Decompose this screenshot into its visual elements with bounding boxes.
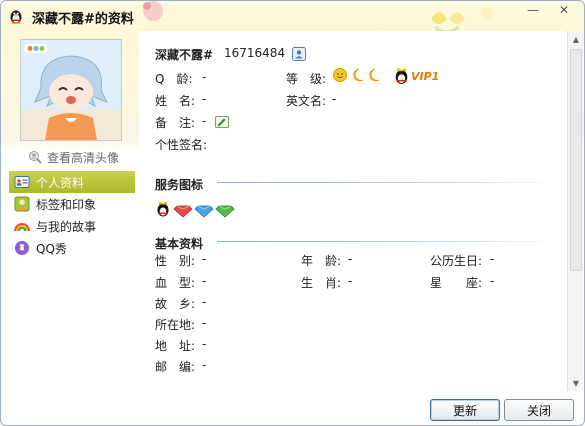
sidebar-item-label: 标签和印象 [36,197,97,212]
sidebar-item-label: QQ秀 [36,241,67,256]
hometown-label: 故 乡: [155,297,196,311]
tag-avatar-icon [14,196,30,212]
location-label: 所在地: [155,318,196,332]
sidebar-item-label: 个人资料 [36,175,85,190]
hometown-value: - [202,295,207,309]
close-button[interactable]: 关闭 [504,399,574,421]
address-label: 地 址: [155,339,196,353]
id-card-icon [14,176,30,188]
level-label: 等 级: [286,72,327,86]
service-icons-heading: 服务图标 [155,178,204,192]
section-divider [217,241,557,242]
qq-number: 16716484 [224,46,286,60]
birthday-value: - [490,252,495,266]
sidebar-item-tags-impressions[interactable]: 标签和印象 [9,193,135,215]
refresh-button[interactable]: 更新 [430,399,500,421]
green-diamond-icon [215,205,235,218]
scroll-down-arrow-icon[interactable]: ▼ [568,375,584,391]
name-label: 姓 名: [155,94,196,108]
edit-remark-icon[interactable] [215,116,229,128]
view-hd-avatar-label: 查看高清头像 [47,150,120,165]
left-panel: 查看高清头像 个人资料 标签和印象 与我的故事 QQ秀 [1,31,139,395]
zodiac-animal-label: 生 肖: [301,276,342,290]
title-bar[interactable]: 深藏不露#的资料 — ✕ [1,1,584,34]
contact-card-icon[interactable] [291,46,307,62]
sidebar-item-qq-show[interactable]: QQ秀 [9,237,135,259]
view-hd-avatar-link[interactable]: 查看高清头像 [28,148,119,166]
sidebar-item-personal-info[interactable]: 个人资料 [9,171,135,193]
english-name-label: 英文名: [286,94,327,108]
close-window-button[interactable]: ✕ [552,1,576,19]
sun-level-icon [333,68,347,82]
constellation-value: - [490,274,495,288]
vip-level-badge: VIP1 [411,70,440,83]
basic-info-heading: 基本资料 [155,237,204,251]
avatar-anime-character-image [21,40,121,140]
scroll-up-arrow-icon[interactable]: ▲ [568,31,584,47]
magnifier-person-icon [29,151,42,164]
signature-label: 个性签名: [155,138,208,152]
vertical-scrollbar[interactable]: ▲ ▼ [567,31,583,391]
zodiac-animal-value: - [348,274,353,288]
avatar[interactable] [20,39,122,141]
moon-level-icon [369,68,380,82]
name-value: - [202,92,207,106]
qq-penguin-icon [10,10,22,24]
window-title: 深藏不露#的资料 [32,12,134,27]
age-label: 年 龄: [301,254,342,268]
blue-diamond-icon [194,205,214,218]
section-divider [217,182,557,183]
gender-value: - [202,252,207,266]
birthday-label: 公历生日: [430,254,483,268]
profile-detail-panel: 深藏不露# 16716484 Q 龄: - 等 级: VIP1 姓 名: - 英… [139,31,567,391]
postcode-label: 邮 编: [155,360,196,374]
moon-level-icon [353,68,364,82]
red-diamond-icon [173,205,193,218]
remark-label: 备 注: [155,116,196,130]
rainbow-icon [14,223,30,232]
level-icons[interactable] [332,67,388,83]
service-icons-row [157,201,235,218]
minimize-button[interactable]: — [521,1,545,19]
qq-age-label: Q 龄: [155,72,193,86]
remark-value: - [202,114,207,128]
gender-label: 性 别: [155,254,196,268]
age-value: - [348,252,353,266]
qq-vip-service-icon [157,201,169,217]
nickname: 深藏不露# [155,48,214,62]
sidebar-item-label: 与我的故事 [36,219,97,234]
qq-age-value: - [202,70,207,84]
blood-type-label: 血 型: [155,276,196,290]
sidebar-nav: 个人资料 标签和印象 与我的故事 QQ秀 [9,171,135,259]
english-name-value: - [332,92,337,106]
sidebar-item-our-story[interactable]: 与我的故事 [9,215,135,237]
address-value: - [202,337,207,351]
constellation-label: 星 座: [430,276,483,290]
blood-type-value: - [202,274,207,288]
postcode-value: - [202,358,207,372]
profile-window: 深藏不露#的资料 — ✕ 查看高清头像 个人资料 标签和印象 与我的故事 QQ秀… [0,0,585,426]
qq-show-icon [15,241,29,255]
scrollbar-thumb[interactable] [570,49,582,271]
vip-penguin-icon[interactable] [393,67,410,85]
location-value: - [202,316,207,330]
